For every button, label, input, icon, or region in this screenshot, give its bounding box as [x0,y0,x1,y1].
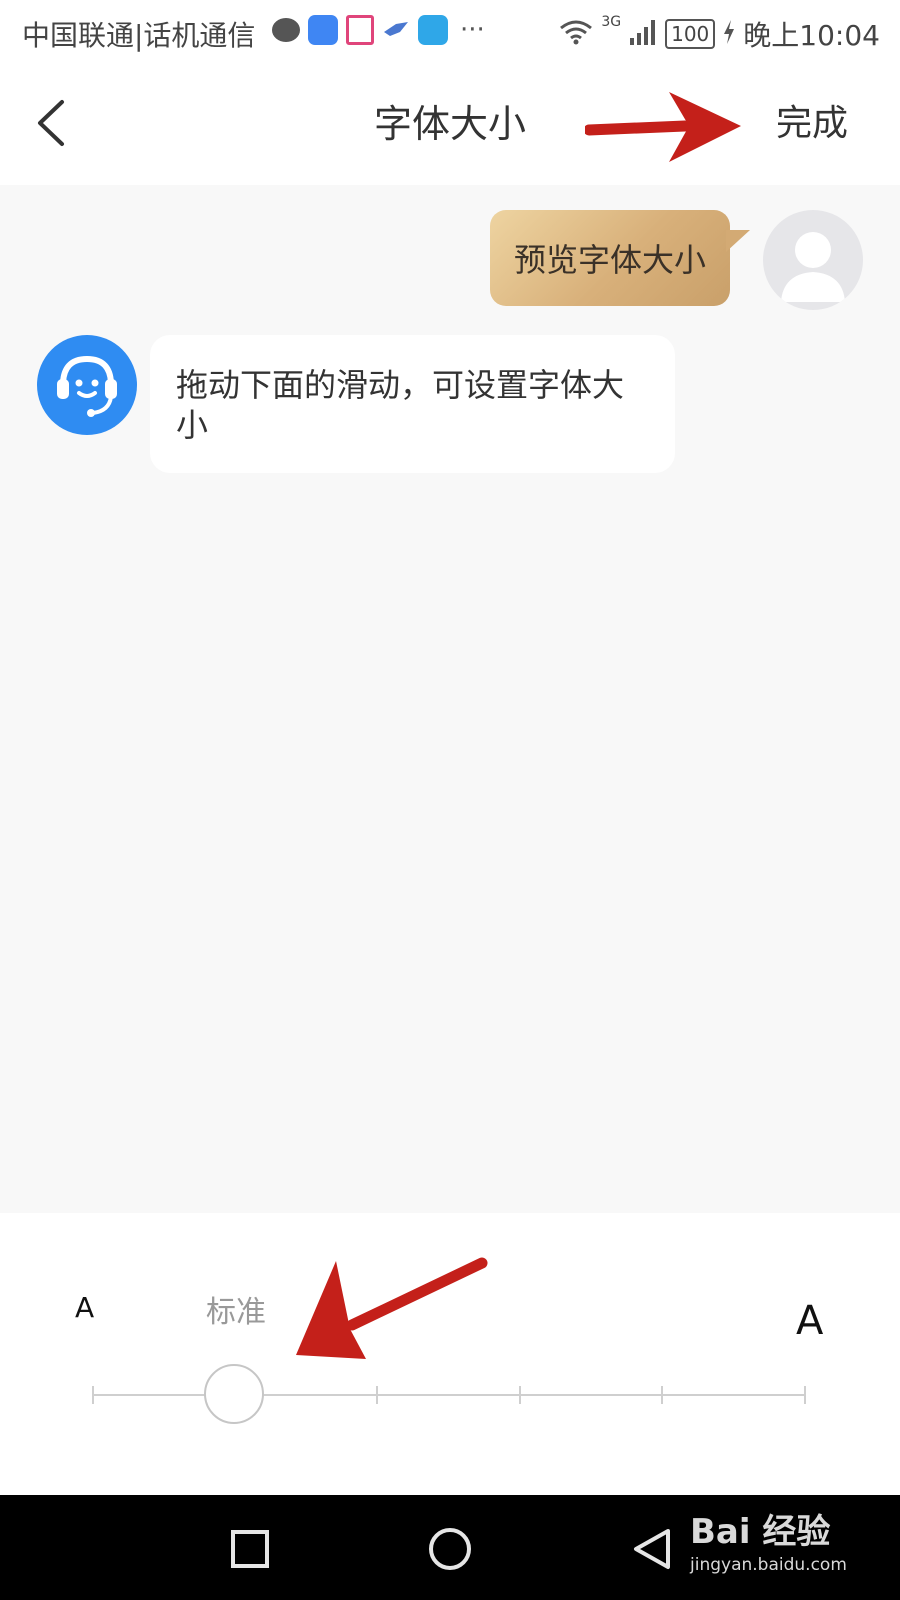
edu-app-icon [418,15,448,45]
annotation-arrow-top [585,92,741,162]
large-font-label: A [796,1298,824,1344]
annotation-arrow-bottom [296,1257,488,1359]
more-icon: ··· [460,15,485,45]
chat-bubble-icon [272,18,300,42]
user-avatar [763,210,863,310]
bird-app-icon [382,20,410,40]
outgoing-message-bubble: 预览字体大小 [490,210,730,306]
slider-tick[interactable] [92,1386,94,1404]
user-silhouette-icon [781,232,845,302]
signal-icon [629,18,657,50]
recents-square-icon[interactable] [230,1529,270,1569]
clock: 晚上10:04 [743,19,880,52]
baidu-watermark: Bai 经验 jingyan.baidu.com [690,1504,890,1575]
outgoing-message-text: 预览字体大小 [513,241,706,279]
watermark-url: jingyan.baidu.com [690,1555,847,1575]
charging-icon [723,20,735,48]
slider-tick[interactable] [804,1386,806,1404]
notification-icons: ··· [272,12,485,48]
page-title: 字体大小 [373,102,526,146]
incoming-message-text: 拖动下面的滑动，可设置字体大小 [176,366,625,444]
slider-tick[interactable] [661,1386,663,1404]
bot-avatar [37,335,137,435]
network-type: 3G [601,14,622,30]
font-size-slider-thumb[interactable] [204,1364,264,1424]
slider-tick[interactable] [519,1386,521,1404]
incoming-message-bubble: 拖动下面的滑动，可设置字体大小 [150,335,675,473]
font-size-slider-track[interactable] [92,1394,806,1396]
battery-indicator: 100 [665,19,716,49]
watermark-logo: Bai 经验 [690,1512,831,1552]
back-triangle-icon[interactable] [630,1527,674,1571]
current-size-label: 标准 [206,1295,266,1330]
wifi-icon [559,19,593,49]
lightbulb-app-icon [308,15,338,45]
bubble-tail [726,230,750,252]
done-button[interactable]: 完成 [776,98,848,150]
small-font-label: A [75,1291,95,1324]
slider-tick[interactable] [376,1386,378,1404]
doc-app-icon [346,15,374,45]
headset-support-icon [57,355,117,417]
home-circle-icon[interactable] [428,1527,472,1571]
status-indicators: 3G 100 晚上10:04 [559,14,880,54]
carrier-name: 中国联通|话机通信 [22,19,256,52]
